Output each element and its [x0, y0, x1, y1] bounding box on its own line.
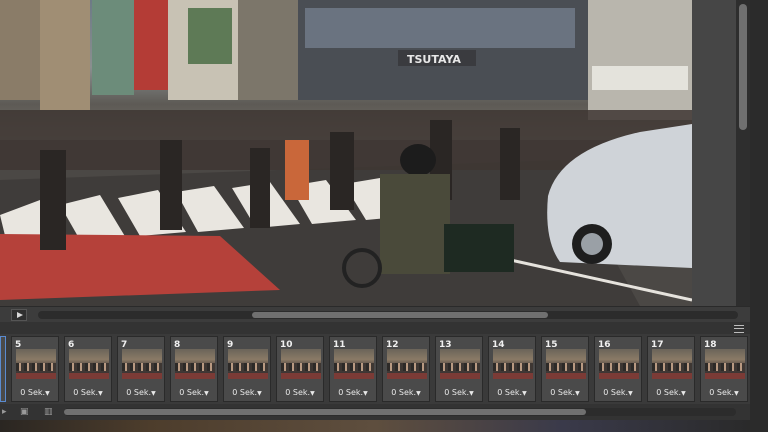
frame-thumbnail	[334, 349, 374, 379]
animation-frame[interactable]: 14 0 Sek.▼	[488, 336, 536, 402]
frame-delay-dropdown[interactable]: 0 Sek.▼	[118, 388, 164, 397]
frame-thumbnail	[16, 349, 56, 379]
frame-delay-value: 0 Sek.	[179, 388, 205, 397]
animation-frame[interactable]: 8 0 Sek.▼	[170, 336, 218, 402]
frame-delay-value: 0 Sek.	[550, 388, 576, 397]
animation-frame[interactable]: 10 0 Sek.▼	[276, 336, 324, 402]
frame-delay-value: 0 Sek.	[709, 388, 735, 397]
animation-frame[interactable]: 12 0 Sek.▼	[382, 336, 430, 402]
chevron-down-icon: ▼	[522, 390, 527, 397]
animation-frame[interactable]: 17 0 Sek.▼	[647, 336, 695, 402]
frame-thumbnail	[175, 349, 215, 379]
frame-delay-dropdown[interactable]: 0 Sek.▼	[171, 388, 217, 397]
play-icon[interactable]	[11, 309, 27, 321]
frame-delay-value: 0 Sek.	[444, 388, 470, 397]
frame-delay-dropdown[interactable]: 0 Sek.▼	[383, 388, 429, 397]
frame-delay-dropdown[interactable]: 0 Sek.▼	[595, 388, 641, 397]
chevron-down-icon: ▼	[734, 390, 739, 397]
frame-thumbnail	[493, 349, 533, 379]
frame-delay-dropdown[interactable]: 0 Sek.▼	[701, 388, 747, 397]
chevron-down-icon: ▼	[98, 390, 103, 397]
frame-delay-dropdown[interactable]: 0 Sek.▼	[12, 388, 58, 397]
animation-frame[interactable]: 7 0 Sek.▼	[117, 336, 165, 402]
convert-frames-icon[interactable]: ▸	[2, 408, 12, 417]
frame-delay-dropdown[interactable]: 0 Sek.▼	[277, 388, 323, 397]
frame-thumbnail	[652, 349, 692, 379]
frame-thumbnail	[599, 349, 639, 379]
chevron-down-icon: ▼	[681, 390, 686, 397]
canvas-vertical-scrollbar[interactable]	[736, 0, 750, 306]
timeline-bottom-toolbar: ▸ ▣ ▥	[0, 404, 750, 420]
document-canvas: TSUTAYA	[0, 0, 736, 306]
frame-delay-dropdown[interactable]: 0 Sek.▼	[648, 388, 694, 397]
frame-delay-value: 0 Sek.	[338, 388, 364, 397]
chevron-down-icon: ▼	[204, 390, 209, 397]
chevron-down-icon: ▼	[416, 390, 421, 397]
animation-frame[interactable]: 16 0 Sek.▼	[594, 336, 642, 402]
frame-delay-dropdown[interactable]: 0 Sek.▼	[436, 388, 482, 397]
animation-frame[interactable]: 13 0 Sek.▼	[435, 336, 483, 402]
frame-delay-value: 0 Sek.	[232, 388, 258, 397]
frame-delay-value: 0 Sek.	[126, 388, 152, 397]
frame-thumbnail	[387, 349, 427, 379]
frame-thumbnail	[440, 349, 480, 379]
trash-icon[interactable]: ▥	[44, 408, 54, 417]
animation-frame[interactable]: 11 0 Sek.▼	[329, 336, 377, 402]
chevron-down-icon: ▼	[310, 390, 315, 397]
frame-delay-dropdown[interactable]: 0 Sek.▼	[65, 388, 111, 397]
duplicate-frame-icon[interactable]: ▣	[20, 408, 30, 417]
tsutaya-sign: TSUTAYA	[407, 53, 461, 66]
chevron-down-icon: ▼	[363, 390, 368, 397]
frame-delay-value: 0 Sek.	[285, 388, 311, 397]
desktop-background-strip	[0, 420, 750, 432]
frame-delay-dropdown[interactable]: 0 Sek.▼	[489, 388, 535, 397]
frame-delay-value: 0 Sek.	[391, 388, 417, 397]
canvas-horizontal-scrollbar[interactable]	[38, 311, 738, 319]
frame-thumbnail	[546, 349, 586, 379]
timeline-panel-header	[0, 322, 750, 334]
chevron-down-icon: ▼	[628, 390, 633, 397]
frame-thumbnail	[122, 349, 162, 379]
frame-partial[interactable]	[0, 336, 6, 402]
frame-delay-value: 0 Sek.	[603, 388, 629, 397]
frame-delay-value: 0 Sek.	[20, 388, 46, 397]
panel-menu-icon[interactable]	[734, 325, 744, 333]
animation-frame[interactable]: 15 0 Sek.▼	[541, 336, 589, 402]
frames-scroll-thumb[interactable]	[64, 409, 586, 415]
frame-delay-value: 0 Sek.	[656, 388, 682, 397]
horizontal-scroll-thumb[interactable]	[252, 312, 548, 318]
street-crossing-photo: TSUTAYA	[0, 0, 692, 306]
vertical-scroll-thumb[interactable]	[739, 4, 747, 130]
animation-frame[interactable]: 9 0 Sek.▼	[223, 336, 271, 402]
chevron-down-icon: ▼	[257, 390, 262, 397]
animation-frame[interactable]: 6 0 Sek.▼	[64, 336, 112, 402]
right-panel-edge	[750, 0, 768, 432]
frame-delay-value: 0 Sek.	[497, 388, 523, 397]
animation-frame[interactable]: 18 0 Sek.▼	[700, 336, 748, 402]
timeline-controls	[0, 306, 750, 323]
chevron-down-icon: ▼	[469, 390, 474, 397]
photo-illustration: TSUTAYA	[0, 0, 692, 306]
frame-delay-dropdown[interactable]: 0 Sek.▼	[330, 388, 376, 397]
frame-thumbnail	[705, 349, 745, 379]
animation-frames-strip: 5 0 Sek.▼ 6 0 Sek.▼ 7 0 Sek.▼ 8 0 Sek.▼ …	[0, 336, 750, 404]
frame-delay-dropdown[interactable]: 0 Sek.▼	[224, 388, 270, 397]
animation-frame[interactable]: 5 0 Sek.▼	[11, 336, 59, 402]
frames-horizontal-scrollbar[interactable]	[64, 408, 736, 416]
chevron-down-icon: ▼	[575, 390, 580, 397]
frame-delay-value: 0 Sek.	[73, 388, 99, 397]
chevron-down-icon: ▼	[45, 390, 50, 397]
chevron-down-icon: ▼	[151, 390, 156, 397]
frame-delay-dropdown[interactable]: 0 Sek.▼	[542, 388, 588, 397]
frame-thumbnail	[228, 349, 268, 379]
frame-thumbnail	[69, 349, 109, 379]
frame-thumbnail	[281, 349, 321, 379]
